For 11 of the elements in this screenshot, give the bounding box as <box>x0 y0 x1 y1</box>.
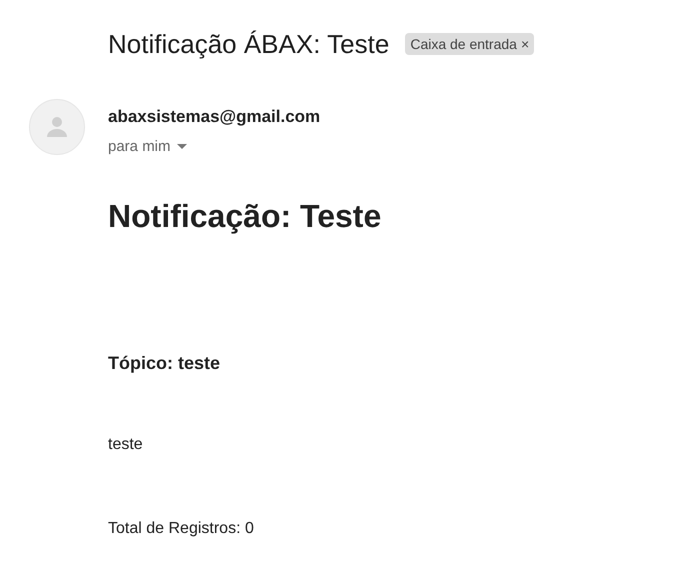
sender-email: abaxsistemas@gmail.com <box>108 106 320 128</box>
email-heading: Notificação: Teste <box>108 197 382 236</box>
label-text: Caixa de entrada <box>410 34 517 54</box>
recipient-text: para mim <box>108 136 171 156</box>
topic-heading: Tópico: teste <box>108 352 222 375</box>
dropdown-caret-icon[interactable] <box>176 144 187 150</box>
total-records-text: Total de Registros: 0 <box>108 519 255 539</box>
person-icon <box>45 115 69 139</box>
email-subject: Notificação ÁBAX: Teste <box>108 28 390 61</box>
remove-label-button[interactable]: × <box>520 37 530 51</box>
message-text: teste <box>108 435 144 455</box>
